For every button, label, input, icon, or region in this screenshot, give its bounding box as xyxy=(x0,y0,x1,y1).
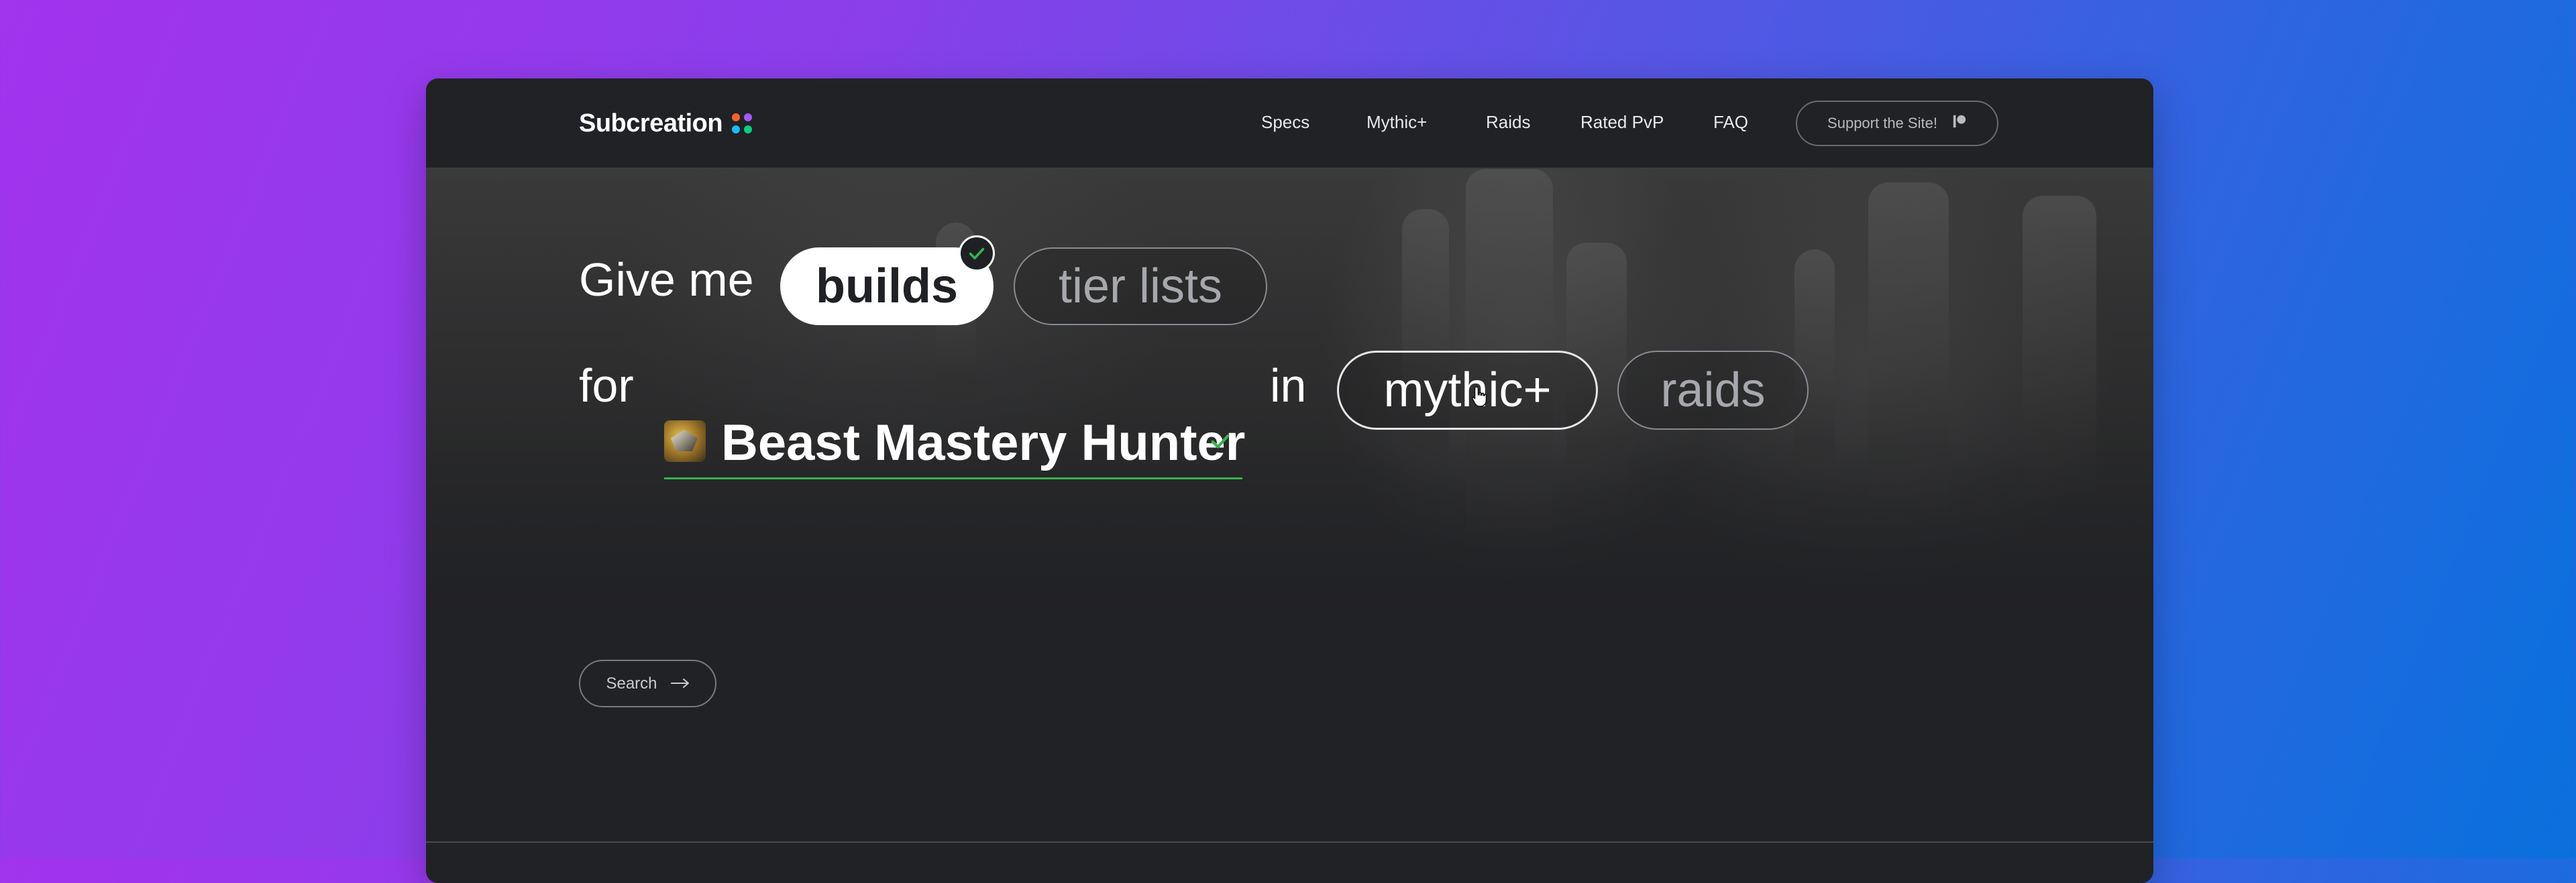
option-tier-lists[interactable]: tier lists xyxy=(1014,247,1267,325)
browser-window: Subcreation Specs Mythic+ Raids Rated Pv… xyxy=(426,78,2153,883)
search-button-label: Search xyxy=(606,674,657,693)
arrow-right-icon xyxy=(670,674,690,693)
support-button-label: Support the Site! xyxy=(1827,115,1937,131)
for-text: for xyxy=(579,359,634,412)
nav-link-specs[interactable]: Specs xyxy=(1261,112,1309,133)
nav-link-mythic-plus[interactable]: Mythic+ xyxy=(1366,112,1427,133)
option-raids-label: raids xyxy=(1660,363,1766,417)
beast-mastery-hunter-icon xyxy=(664,420,706,462)
option-mythic-plus[interactable]: mythic+ xyxy=(1337,351,1598,430)
patreon-icon xyxy=(1952,114,1967,133)
footer xyxy=(426,841,2153,883)
background-rock-pillar xyxy=(1402,209,1449,491)
logo-text: Subcreation xyxy=(579,109,723,137)
give-me-text: Give me xyxy=(579,253,754,306)
hero-section: Give me builds tier lists for Beast Mast… xyxy=(426,169,2153,841)
logo-dot xyxy=(744,125,753,133)
option-mythic-plus-label: mythic+ xyxy=(1383,363,1552,417)
support-site-button[interactable]: Support the Site! xyxy=(1796,101,1998,146)
background-rock-pillar xyxy=(1868,182,1949,518)
top-navbar: Subcreation Specs Mythic+ Raids Rated Pv… xyxy=(426,78,2153,169)
nav-link-faq[interactable]: FAQ xyxy=(1713,112,1748,133)
option-tier-lists-label: tier lists xyxy=(1058,259,1223,313)
nav-link-rated-pvp[interactable]: Rated PvP xyxy=(1580,112,1664,133)
background-rock-pillar xyxy=(2023,196,2096,504)
site-logo[interactable]: Subcreation xyxy=(579,107,753,140)
logo-dot xyxy=(744,113,753,121)
nav-link-raids[interactable]: Raids xyxy=(1486,112,1530,133)
spec-selector[interactable]: Beast Mastery Hunter xyxy=(664,414,1246,479)
spec-name: Beast Mastery Hunter xyxy=(721,414,1246,471)
spec-confirmed-check-icon xyxy=(1209,430,1232,456)
logo-dot xyxy=(732,113,741,121)
search-button[interactable]: Search xyxy=(579,660,716,707)
logo-dots-icon xyxy=(732,113,753,133)
option-builds-label: builds xyxy=(816,259,958,313)
selected-check-icon xyxy=(959,235,995,272)
hand-pointer-cursor-icon xyxy=(1470,386,1489,412)
logo-dot xyxy=(732,125,741,133)
in-text: in xyxy=(1270,359,1307,412)
option-raids[interactable]: raids xyxy=(1617,351,1809,430)
